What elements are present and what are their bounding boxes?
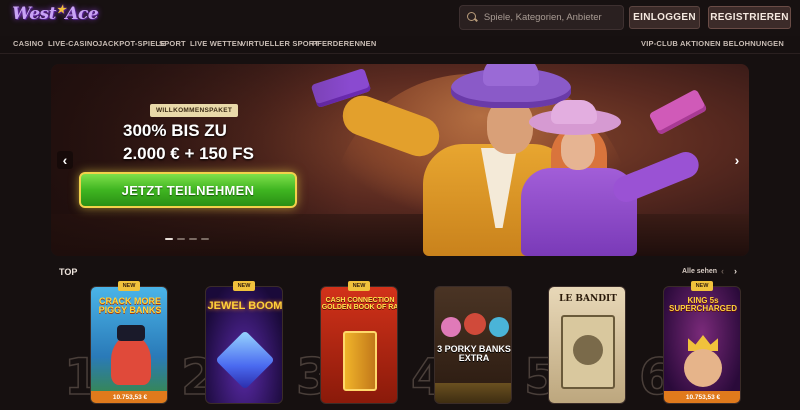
cowgirl-arm [609, 148, 703, 206]
king-face [684, 349, 722, 387]
jackpot-amount: 10.753,53 € [664, 391, 740, 403]
game-tile-king-5s-supercharged[interactable]: KING 5s SUPERCHARGED 10.753,53 € [663, 286, 741, 404]
join-now-button[interactable]: JETZT TEILNEHMEN [79, 172, 297, 208]
game-tile-le-bandit[interactable]: LE BANDIT [548, 286, 626, 404]
game-tile-cash-connection[interactable]: CASH CONNECTION GOLDEN BOOK OF RA [320, 286, 398, 404]
piggy-icon [111, 335, 151, 385]
game-tile-crack-more-piggy-banks[interactable]: CRACK MORE PIGGY BANKS 10.753,53 € [90, 286, 168, 404]
hero-headline-1: 300% BIS ZU [123, 121, 227, 140]
game-title: LE BANDIT [559, 294, 617, 304]
new-badge: NEW [118, 281, 140, 291]
carousel-dot[interactable] [189, 238, 197, 240]
game-tile-jewel-boom[interactable]: JEWEL BOOM [205, 286, 283, 404]
hero-headline-2: 2.000 € + 150 FS [123, 144, 254, 163]
nav-item-live-wetten[interactable]: LIVE WETTEN [190, 39, 243, 48]
nav-item-virtueller-sport[interactable]: VIRTUELLER SPORT [241, 39, 319, 48]
top-prev-arrow-icon[interactable]: ‹ [721, 266, 724, 276]
nav-item-casino[interactable]: CASINO [13, 39, 43, 48]
see-all-link[interactable]: Alle sehen [682, 268, 717, 275]
cowgirl-face [561, 130, 595, 170]
game-tile-3-porky-banks-extra[interactable]: 3 PORKY BANKS EXTRA [434, 286, 512, 404]
coins-pile [435, 383, 511, 403]
carousel-dot[interactable] [177, 238, 185, 240]
hero-banner[interactable]: WILLKOMMENSPAKET 300% BIS ZU 2.000 € + 1… [51, 64, 749, 256]
hero-next-arrow-icon[interactable]: › [729, 151, 745, 169]
pig-icon [441, 317, 461, 337]
main-nav: CASINO LIVE-CASINO JACKPOT-SPIELE SPORT … [0, 36, 800, 54]
login-button[interactable]: EINLOGGEN [629, 6, 700, 29]
cowboy-hat-crown [483, 64, 539, 86]
new-badge: NEW [691, 281, 713, 291]
nav-item-live-casino[interactable]: LIVE-CASINO [48, 39, 99, 48]
site-logo[interactable]: West★Ace [12, 3, 99, 30]
jackpot-amount: 10.753,53 € [91, 391, 167, 403]
game-title: CRACK MORE PIGGY BANKS [98, 296, 162, 315]
pig-icon [464, 313, 486, 335]
search-input[interactable] [483, 12, 623, 23]
diamond-icon [215, 330, 275, 390]
top-header: West★Ace EINLOGGEN REGISTRIEREN [0, 0, 800, 36]
carousel-dots [165, 238, 209, 240]
welcome-package-badge: WILLKOMMENSPAKET [150, 104, 239, 117]
game-title: CASH CONNECTION GOLDEN BOOK OF RA [321, 297, 398, 311]
raccoon-icon [573, 335, 603, 365]
section-title-top: TOP [59, 267, 78, 277]
pig-icon [489, 317, 509, 337]
new-badge: NEW [233, 281, 255, 291]
logo-star-icon: ★ [55, 3, 66, 16]
game-title: JEWEL BOOM [207, 300, 283, 312]
nav-item-pferderennen[interactable]: PFERDERENNEN [312, 39, 377, 48]
nav-item-sport[interactable]: SPORT [159, 39, 186, 48]
top-next-arrow-icon[interactable]: › [734, 266, 737, 276]
new-badge: NEW [348, 281, 370, 291]
hat-icon [117, 325, 145, 341]
search-box[interactable] [459, 5, 624, 30]
gun-icon [648, 88, 708, 136]
game-title: KING 5s SUPERCHARGED [668, 296, 737, 313]
game-title: 3 PORKY BANKS EXTRA [437, 344, 511, 363]
nav-item-belohnungen[interactable]: BELOHNUNGEN [723, 39, 784, 48]
hero-prev-arrow-icon[interactable]: ‹ [57, 151, 73, 169]
register-button[interactable]: REGISTRIEREN [708, 6, 791, 29]
nav-item-jackpot-spiele[interactable]: JACKPOT-SPIELE [98, 39, 165, 48]
nav-item-vip-club[interactable]: VIP-CLUB [641, 39, 678, 48]
nav-item-aktionen[interactable]: AKTIONEN [680, 39, 721, 48]
cowgirl-hat-crown [551, 100, 597, 124]
cowboy-face [487, 100, 533, 154]
book-icon [343, 331, 377, 391]
carousel-dot[interactable] [201, 238, 209, 240]
search-icon [467, 12, 478, 23]
carousel-dot[interactable] [165, 238, 173, 240]
